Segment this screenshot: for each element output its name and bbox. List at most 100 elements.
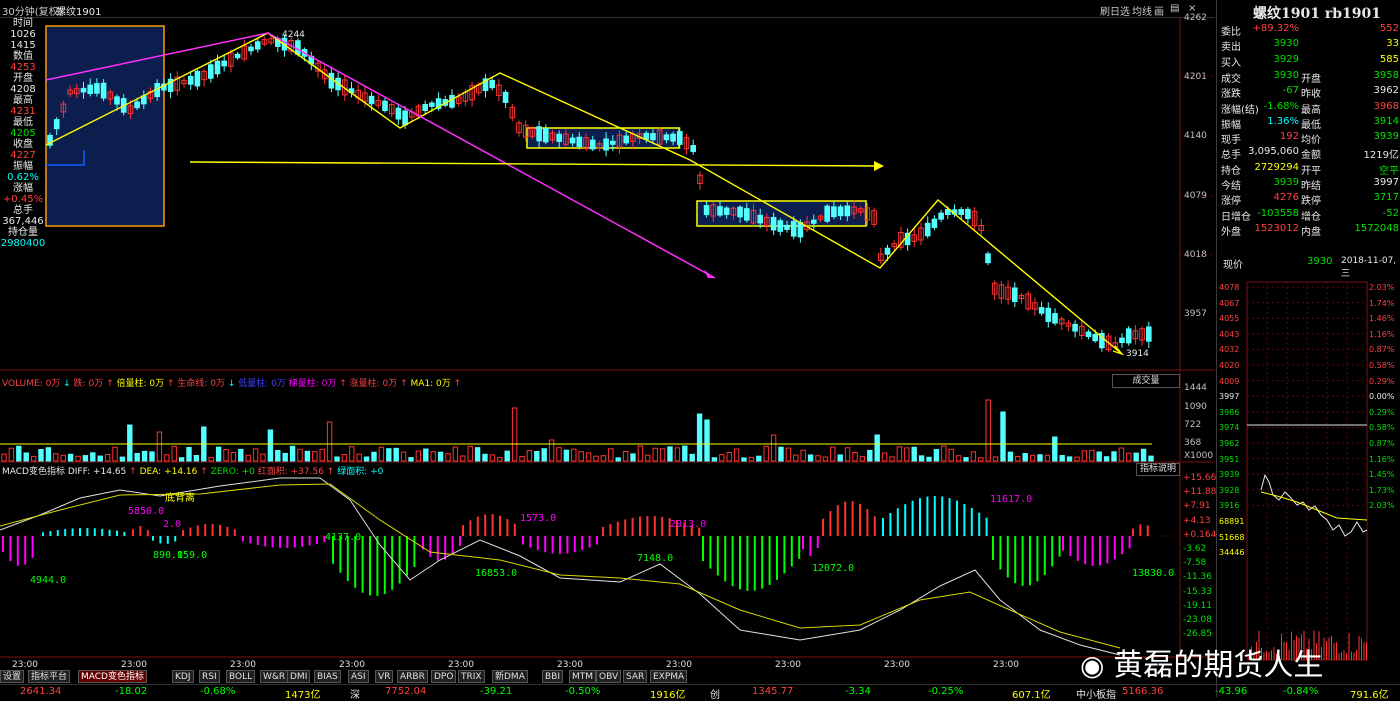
header-item-6: 生命线: 0万 [177,379,228,389]
toolbar-tool-6[interactable]: 画 [1154,3,1164,18]
candle-body [844,205,851,217]
toolbar-tool-2[interactable]: 日 [1110,3,1120,18]
price-chart[interactable] [0,18,1215,668]
period-label[interactable]: 30分钟(复权) [2,3,63,18]
time-tick-0: 23:00 [12,660,38,670]
macd-tick-2: +7.91 [1183,501,1211,512]
candle-body [703,205,710,216]
low-price-label: 3914 [1126,349,1149,359]
tab-16[interactable]: MTM [569,670,597,683]
print-icon[interactable]: ▤ [1170,3,1179,14]
divergence-label: 底背离 [165,493,195,504]
status-item-11: -3.34 [845,686,871,697]
tab-1[interactable]: 指标平台 [28,670,71,683]
header-item-12: ↑ [400,379,411,389]
volume-bar [867,449,873,462]
volume-bar [941,445,947,462]
candle-body [790,220,797,237]
macd-tick-5: -3.62 [1183,544,1207,554]
tab-0[interactable]: 设置 [0,670,25,683]
tab-2[interactable]: MACD变色指标 [78,670,147,683]
quote-row-13: 外盘 1523012 内盘 1572048 [1217,222,1400,238]
volume-bar [38,449,44,462]
volume-bar [726,451,732,462]
volume-bar [275,449,281,462]
tab-14[interactable]: 新DMA [492,670,528,683]
mini-left-tick-7: 3997 [1219,392,1240,402]
tab-10[interactable]: VR [375,670,394,683]
time-tick-4: 23:00 [448,660,474,670]
macd-histogram [2,496,1149,596]
volume-bar [556,447,562,462]
volume-bar [918,455,925,462]
candle-body [543,127,549,143]
header-item-0: MACD变色指标 [2,467,68,477]
toolbar-tool-5[interactable]: 线 [1142,3,1152,18]
mini-left-tick-2: 4055 [1219,314,1240,324]
quote-cell-1: 3930 [1273,38,1299,50]
status-item-13: 607.1亿 [1012,690,1051,701]
tab-12[interactable]: DPO [431,670,457,683]
quote-cell-0: 买入 [1221,57,1241,69]
volume-bar [430,451,436,462]
quote-cell-2: 昨收 [1301,89,1321,101]
volume-bar [141,450,148,462]
volume-bar [696,413,703,462]
candle-body [931,218,938,228]
tab-15[interactable]: BBI [542,670,564,683]
quote-cell-1: 4276 [1273,192,1299,204]
volume-bar [970,451,977,462]
toolbar-tool-1[interactable]: 刷 [1100,3,1110,18]
candle-body [784,224,790,230]
candle-body [589,139,596,150]
macd-tick-6: -7.58 [1183,558,1207,569]
tab-18[interactable]: SAR [623,670,648,683]
tab-5[interactable]: BOLL [226,670,256,683]
tab-11[interactable]: ARBR [397,670,428,683]
tab-19[interactable]: EXPMA [650,670,688,683]
volume-bar [859,456,866,462]
volume-bar [1007,451,1014,462]
tab-8[interactable]: BIAS [314,670,341,683]
macd-tick-8: -15.33 [1183,586,1213,597]
header-item-5: ZERO: +0 [210,467,258,477]
volume-bar [652,447,658,462]
candle-body [134,101,140,109]
tab-17[interactable]: OBV [596,670,622,683]
tab-7[interactable]: DMI [287,670,311,683]
tab-4[interactable]: RSI [199,670,220,683]
tab-9[interactable]: ASI [348,670,369,683]
volume-tick-3: 722 [1184,420,1202,430]
toolbar-tool-4[interactable]: 均 [1132,3,1142,18]
tab-3[interactable]: KDJ [172,670,194,683]
mini-left-tick-5: 4020 [1219,361,1240,370]
quote-row-0: 委比 +89.32% 552 [1217,22,1400,38]
volume-bar [334,456,340,462]
price-tick-3: 4140 [1184,131,1207,141]
quote-cell-3: 3962 [1373,85,1399,97]
volume-bar [807,454,814,462]
tab-6[interactable]: W&R [260,670,289,683]
macd-indicator-header: MACD变色指标 DIFF: +14.65 ↑ DEA: +14.16 ↑ ZE… [2,464,383,477]
volume-bar [112,446,118,462]
volume-bar [541,448,547,462]
quote-cell-3: 3717 [1373,192,1399,204]
indicator-help-button[interactable]: 指标说明 [1136,463,1180,476]
candle-body [717,206,723,216]
candle-body [744,208,750,221]
volume-bar [534,451,540,462]
quote-row-1: 卖出 3930 33 [1217,37,1400,54]
toolbar-tool-3[interactable]: 选 [1120,3,1130,18]
header-item-0: VOLUME: 0万 [2,379,64,389]
macd-tick-4: +0.164 [1183,529,1217,540]
volume-bar [756,455,762,462]
volume-bar [1103,456,1110,462]
volume-bar [667,446,673,462]
market-status-bar: 2641.34 -18.02 -0.68% 1473亿 深 7752.04 -39.21 -0… [0,684,1400,701]
volume-bar [363,456,370,462]
mini-left-tick-1: 4067 [1219,298,1240,308]
range-box-left [45,25,165,227]
tab-13[interactable]: TRIX [458,670,485,683]
volume-type-button[interactable]: 成交量 [1112,374,1180,388]
quote-cell-0: 卖出 [1221,42,1241,54]
